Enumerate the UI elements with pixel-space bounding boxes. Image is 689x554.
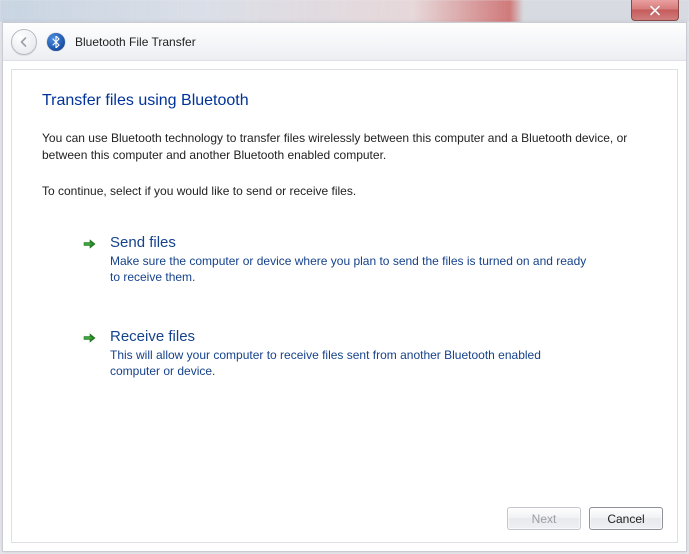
page-heading: Transfer files using Bluetooth: [42, 92, 647, 110]
option-desc: Make sure the computer or device where y…: [110, 253, 590, 285]
cancel-button[interactable]: Cancel: [589, 507, 663, 530]
window-glass-blur: [0, 0, 689, 22]
wizard-header: Bluetooth File Transfer: [3, 23, 686, 61]
arrow-right-icon: [82, 330, 98, 346]
option-title: Send files: [110, 234, 590, 251]
content-panel: Transfer files using Bluetooth You can u…: [11, 69, 678, 543]
bluetooth-icon: [47, 33, 65, 51]
button-row: Next Cancel: [507, 507, 663, 530]
content-outer: Transfer files using Bluetooth You can u…: [3, 61, 686, 551]
window-title: Bluetooth File Transfer: [75, 35, 196, 49]
intro-text: You can use Bluetooth technology to tran…: [42, 130, 647, 165]
arrow-right-icon: [82, 236, 98, 252]
back-arrow-icon: [17, 35, 31, 49]
option-desc: This will allow your computer to receive…: [110, 347, 590, 379]
close-button[interactable]: [631, 0, 679, 21]
instruction-text: To continue, select if you would like to…: [42, 183, 647, 200]
back-button[interactable]: [11, 29, 37, 55]
option-receive-files[interactable]: Receive files This will allow your compu…: [78, 324, 647, 383]
page-body: You can use Bluetooth technology to tran…: [42, 130, 647, 200]
next-button[interactable]: Next: [507, 507, 581, 530]
wizard-window: Bluetooth File Transfer Transfer files u…: [2, 22, 687, 552]
option-send-files[interactable]: Send files Make sure the computer or dev…: [78, 230, 647, 289]
option-title: Receive files: [110, 328, 590, 345]
close-icon: [649, 5, 661, 16]
options-list: Send files Make sure the computer or dev…: [78, 230, 647, 383]
